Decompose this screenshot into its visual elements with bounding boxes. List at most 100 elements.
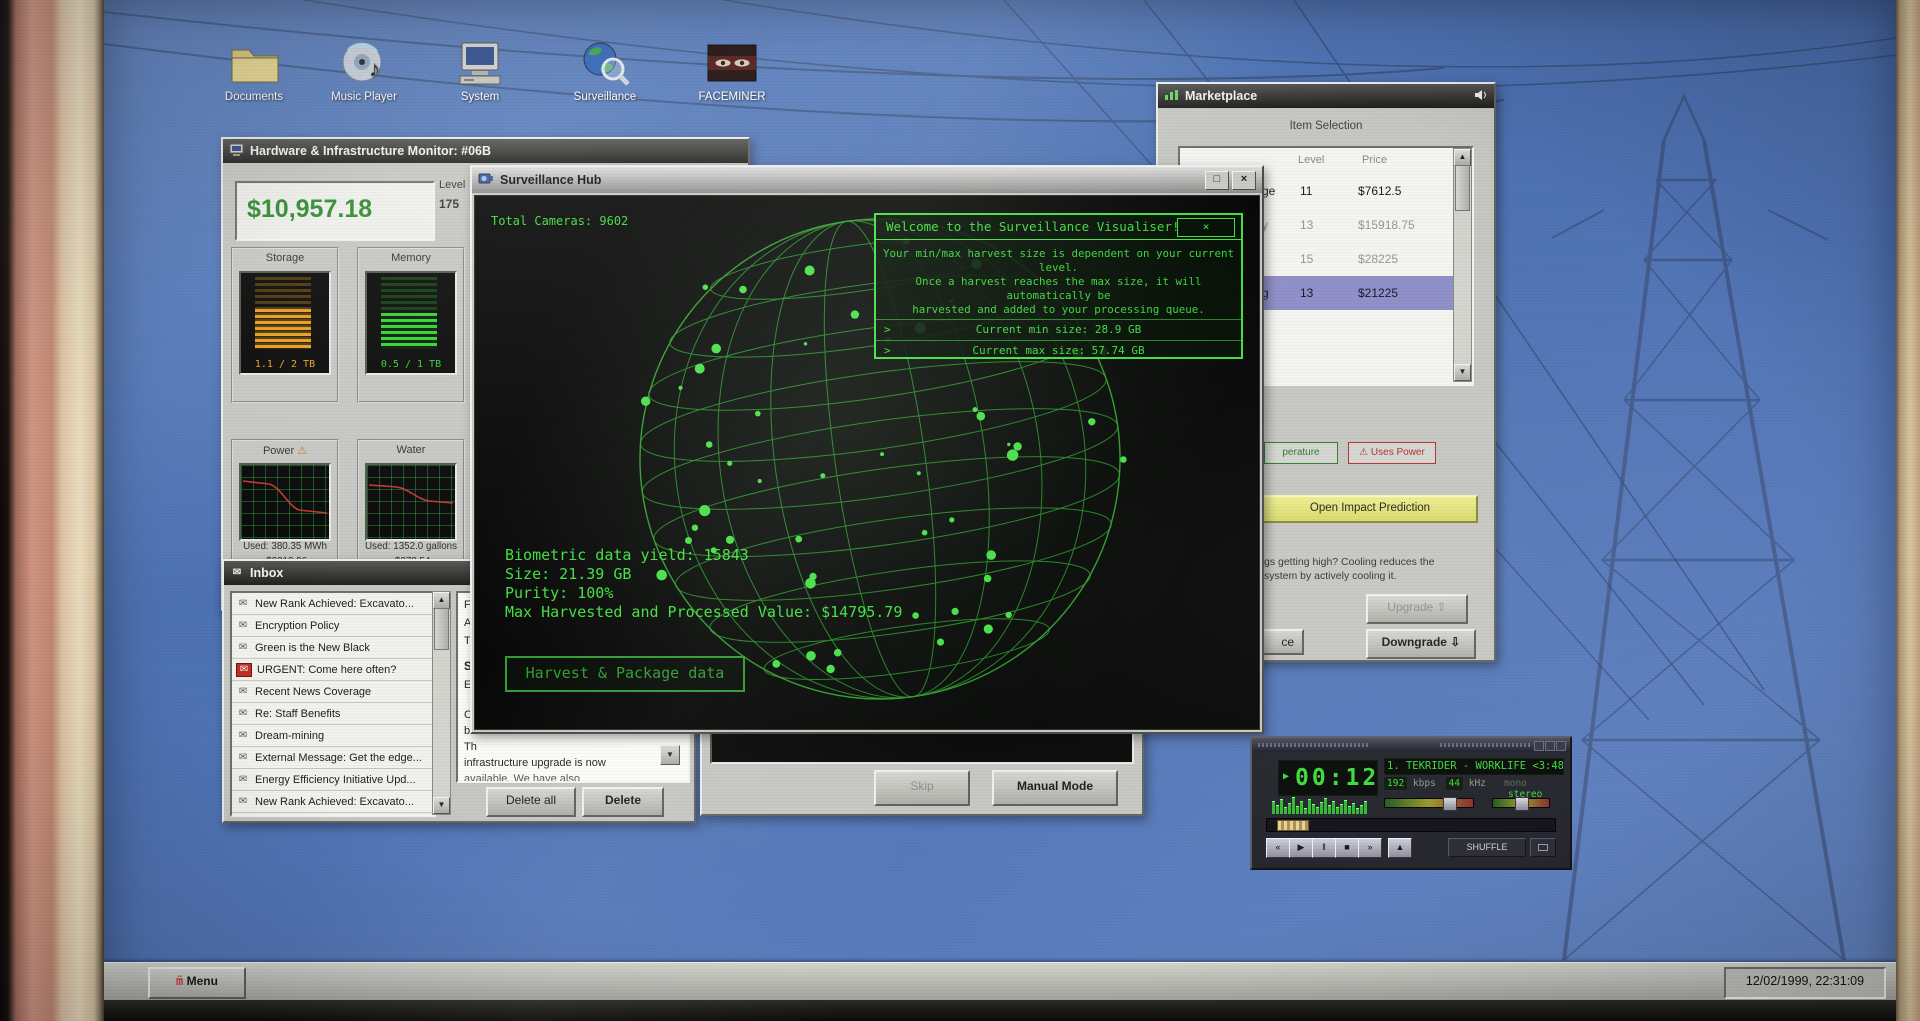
water-label: Water [396, 444, 426, 456]
mail-subject: URGENT: Come here often? [257, 663, 397, 676]
column-price: Price [1362, 154, 1388, 166]
hardware-monitor-titlebar[interactable]: Hardware & Infrastructure Monitor: #06B [223, 139, 748, 163]
volume-thumb[interactable] [1443, 797, 1457, 811]
computer-icon [452, 40, 508, 86]
scroll-down-icon[interactable]: ▼ [433, 797, 450, 814]
mail-icon: ✉ [238, 729, 248, 741]
item-price: $15918.75 [1358, 218, 1415, 232]
section-title: Item Selection [1289, 120, 1363, 132]
item-name-fragment: ge [1262, 184, 1276, 198]
desktop-icon-system[interactable]: System [432, 40, 528, 103]
desktop-icon-surveillance[interactable]: Surveillance [557, 40, 653, 103]
balance-slider[interactable] [1492, 797, 1550, 811]
inbox-message[interactable]: ✉ External Message: Get the edge... [232, 747, 434, 769]
bitrate-value: 192 [1384, 777, 1408, 790]
window-title: Inbox [250, 566, 284, 580]
scroll-up-icon[interactable]: ▲ [433, 592, 450, 609]
minimize-icon[interactable] [1534, 741, 1544, 751]
close-icon[interactable]: × [1232, 170, 1256, 190]
inbox-message[interactable]: ✉ Encryption Policy [232, 615, 434, 637]
inbox-message[interactable]: ✉ Dream-mining [232, 725, 434, 747]
scrollbar-thumb[interactable] [1455, 165, 1470, 211]
folder-icon [226, 40, 282, 86]
delete-button[interactable]: Delete [582, 787, 664, 817]
desktop-icon-music-player[interactable]: ♪ Music Player [316, 40, 412, 103]
icon-label: FACEMINER [698, 91, 766, 103]
mail-subject: Encryption Policy [255, 619, 340, 632]
faceminer-logo-icon: m̈ [176, 974, 184, 988]
inbox-icon: ✉ [232, 567, 242, 578]
taskbar: m̈ Menu 12/02/1999, 22:31:09 [104, 962, 1896, 1001]
previous-button[interactable]: « [1266, 838, 1290, 858]
close-icon[interactable] [1556, 741, 1566, 751]
item-level: 13 [1300, 286, 1314, 300]
open-impact-prediction-button[interactable]: Open Impact Prediction [1262, 495, 1478, 523]
inbox-message[interactable]: ✉ Re: Staff Benefits [232, 703, 434, 725]
mail-icon: ✉ [238, 619, 248, 631]
dialog-text-line: Once a harvest reaches the max size, it … [915, 275, 1202, 302]
camera-icon [478, 172, 494, 188]
inbox-message[interactable]: ✉ New Rank Achieved: Excavato... [232, 791, 434, 813]
monitor-bezel-left [0, 0, 104, 1021]
mail-dropdown-icon[interactable]: ▼ [660, 745, 680, 765]
mono-indicator: mono [1504, 778, 1527, 789]
listbox-scrollbar[interactable]: ▲ ▼ [1453, 148, 1472, 382]
pause-button[interactable]: ‖ [1312, 838, 1336, 858]
marketplace-titlebar[interactable]: Marketplace [1158, 84, 1494, 108]
inbox-message[interactable]: ✉ Recent News Coverage [232, 681, 434, 703]
harvest-package-button[interactable]: Harvest & Package data [505, 656, 745, 692]
mail-body-line: available. We have also [464, 773, 580, 783]
inbox-message[interactable]: ✉ New Rank Achieved: Excavato... [232, 593, 434, 615]
desktop-icon-documents[interactable]: Documents [206, 40, 302, 103]
inbox-message[interactable]: ✉ Energy Efficiency Initiative Upd... [232, 769, 434, 791]
skip-button[interactable]: Skip [874, 770, 970, 806]
temperature-badge: perature [1264, 442, 1338, 464]
dialog-close-icon[interactable]: × [1177, 218, 1235, 237]
inbox-scrollbar[interactable]: ▲ ▼ [432, 591, 451, 815]
mail-icon: ✉ [238, 685, 248, 697]
seek-bar[interactable] [1266, 818, 1556, 832]
delete-all-button[interactable]: Delete all [486, 787, 576, 817]
mail-subject: Green is the New Black [255, 641, 370, 654]
repeat-button[interactable] [1530, 838, 1556, 857]
inbox-message[interactable]: ✉ Green is the New Black [232, 637, 434, 659]
eject-button[interactable]: ▲ [1388, 838, 1412, 858]
balance-thumb[interactable] [1515, 797, 1529, 811]
memory-label: Memory [391, 252, 431, 264]
shuffle-button[interactable]: SHUFFLE [1448, 838, 1526, 857]
volume-slider[interactable] [1384, 797, 1474, 811]
upgrade-button[interactable]: Upgrade ⇧ [1366, 594, 1468, 624]
menu-label: Menu [186, 974, 218, 988]
downgrade-button[interactable]: Downgrade ⇩ [1366, 629, 1476, 659]
menu-button[interactable]: m̈ Menu [148, 967, 246, 999]
play-button[interactable]: ▶ [1289, 838, 1313, 858]
desktop-icon-faceminer[interactable]: FACEMINER [684, 40, 780, 103]
inbox-message-urgent[interactable]: ✉URGENT: High Electricity Usage [232, 813, 434, 815]
seek-thumb[interactable] [1277, 820, 1309, 831]
shade-icon[interactable] [1545, 741, 1555, 751]
inbox-message-urgent[interactable]: ✉ URGENT: Come here often? [232, 659, 434, 681]
player-titlebar[interactable] [1252, 738, 1570, 752]
scroll-down-icon[interactable]: ▼ [1454, 364, 1471, 381]
track-title: 1. TEKRIDER - WORKLIFE <3:48> [1384, 758, 1564, 775]
surveillance-hub-window: Surveillance Hub □ × Total Cameras: 9602 [470, 165, 1264, 734]
scrollbar-thumb[interactable] [434, 608, 449, 650]
mail-body-fragment: Th [464, 741, 477, 753]
time-value: 00:12 [1295, 765, 1380, 791]
balance-panel: $10,957.18 [235, 181, 435, 241]
column-level: Level [1298, 154, 1325, 166]
storage-gauge-panel: Storage 1.1 / 2 TB [231, 247, 339, 403]
scroll-up-icon[interactable]: ▲ [1454, 149, 1471, 166]
stat-max-value: Max Harvested and Processed Value: $1479… [505, 603, 903, 621]
min-size-row: > Current min size: 28.9 GB [876, 319, 1241, 340]
surveillance-hub-titlebar[interactable]: Surveillance Hub □ × [472, 167, 1262, 193]
next-button[interactable]: » [1358, 838, 1382, 858]
eyes-icon [704, 40, 760, 86]
manual-mode-button[interactable]: Manual Mode [992, 770, 1118, 806]
desktop-screen: Documents ♪ Music Player System Surveill… [104, 0, 1896, 1021]
description-line: gs getting high? Cooling reduces the [1264, 556, 1435, 568]
speaker-icon[interactable] [1474, 89, 1488, 104]
stop-button[interactable]: ■ [1335, 838, 1359, 858]
power-label: Power [262, 445, 295, 457]
restore-icon[interactable]: □ [1205, 170, 1229, 190]
